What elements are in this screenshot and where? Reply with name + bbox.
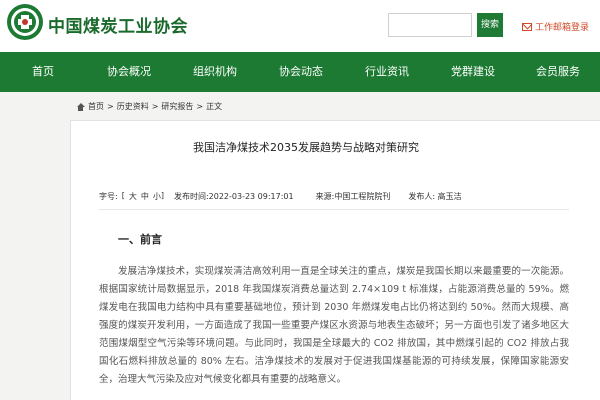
meta-divider — [99, 209, 569, 210]
main-nav: 首页 协会概况 组织机构 协会动态 行业资讯 党群建设 会员服务 — [0, 52, 600, 92]
site-name[interactable]: 中国煤炭工业协会 — [48, 12, 188, 37]
section-heading: 一、前言 — [118, 233, 162, 246]
nav-item-industry-info[interactable]: 行业资讯 — [344, 52, 430, 92]
nav-item-news[interactable]: 协会动态 — [258, 52, 344, 92]
breadcrumb-home[interactable]: 首页 — [88, 101, 104, 112]
breadcrumb: 首页 > 历史资料 > 研究报告 > 正文 — [76, 101, 222, 112]
article-meta: 字号: [ 大 中 小 ] 发布时间:2022-03-23 09:17:01 来… — [99, 191, 462, 202]
breadcrumb-history[interactable]: 历史资料 — [117, 101, 149, 112]
search-input[interactable] — [388, 13, 472, 37]
nav-item-member-services[interactable]: 会员服务 — [516, 52, 600, 92]
font-size-large-button[interactable]: 大 — [129, 191, 137, 202]
work-email-login-label: 工作邮箱登录 — [535, 23, 590, 33]
article-paragraph: 发展洁净煤技术，实现煤炭清洁高效利用一直是全球关注的重点，煤炭是我国长期以来最重… — [99, 266, 569, 385]
article-author: 发布人: 高玉洁 — [408, 192, 462, 201]
breadcrumb-current: 正文 — [206, 102, 223, 111]
search-button[interactable]: 搜索 — [477, 13, 503, 37]
article-source: 来源:中国工程院院刊 — [315, 192, 391, 201]
publish-time: 发布时间:2022-03-23 09:17:01 — [173, 192, 294, 201]
font-size-bracket-close: ] — [160, 191, 164, 200]
coal-association-emblem-icon[interactable] — [6, 3, 44, 41]
font-size-medium-button[interactable]: 中 — [141, 191, 149, 202]
nav-item-organization[interactable]: 组织机构 — [172, 52, 258, 92]
page: 中国煤炭工业协会 搜索 工作邮箱登录 首页 协会概况 组织机构 协会动态 行业资… — [0, 0, 600, 400]
breadcrumb-separator: > — [107, 102, 114, 111]
work-email-login-link[interactable]: 工作邮箱登录 — [522, 20, 589, 33]
breadcrumb-separator: > — [196, 102, 204, 111]
nav-item-about[interactable]: 协会概况 — [86, 52, 172, 92]
nav-item-home[interactable]: 首页 — [0, 52, 86, 92]
breadcrumb-research-reports[interactable]: 研究报告 — [161, 101, 193, 112]
article-title: 我国洁净煤技术2035发展趋势与战略对策研究 — [193, 141, 419, 154]
nav-item-party-building[interactable]: 党群建设 — [430, 52, 516, 92]
font-size-small-button[interactable]: 小 — [153, 191, 161, 202]
article-panel: 我国洁净煤技术2035发展趋势与战略对策研究 字号: [ 大 中 小 ] 发布时… — [70, 120, 600, 400]
breadcrumb-separator: > — [151, 102, 159, 111]
mail-icon — [522, 22, 532, 31]
home-icon — [76, 102, 85, 111]
font-size-label: 字号: — [99, 192, 118, 201]
font-size-bracket-open: [ — [121, 191, 125, 200]
site-header: 中国煤炭工业协会 搜索 工作邮箱登录 — [0, 0, 600, 52]
